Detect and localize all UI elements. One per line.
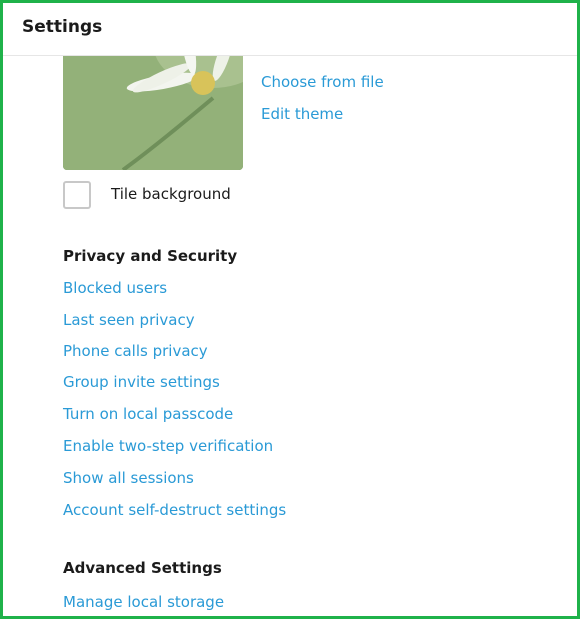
tile-background-label: Tile background	[111, 185, 231, 203]
last-seen-privacy-link[interactable]: Last seen privacy	[63, 311, 195, 329]
local-passcode-link[interactable]: Turn on local passcode	[63, 405, 233, 423]
tile-background-checkbox[interactable]	[63, 181, 91, 209]
settings-header: Settings	[3, 3, 577, 56]
settings-content: Choose from file Edit theme Tile backgro…	[3, 3, 577, 616]
show-all-sessions-link[interactable]: Show all sessions	[63, 469, 194, 487]
group-invite-settings-link[interactable]: Group invite settings	[63, 373, 220, 391]
privacy-security-title: Privacy and Security	[63, 247, 238, 265]
edit-theme-link[interactable]: Edit theme	[261, 105, 343, 123]
two-step-verification-link[interactable]: Enable two-step verification	[63, 437, 273, 455]
advanced-settings-title: Advanced Settings	[63, 559, 222, 577]
choose-from-file-link[interactable]: Choose from file	[261, 73, 384, 91]
page-title: Settings	[22, 17, 103, 37]
account-self-destruct-link[interactable]: Account self-destruct settings	[63, 501, 286, 519]
blocked-users-link[interactable]: Blocked users	[63, 279, 167, 297]
phone-calls-privacy-link[interactable]: Phone calls privacy	[63, 342, 208, 360]
manage-local-storage-link[interactable]: Manage local storage	[63, 593, 224, 611]
settings-panel: Choose from file Edit theme Tile backgro…	[0, 0, 580, 619]
